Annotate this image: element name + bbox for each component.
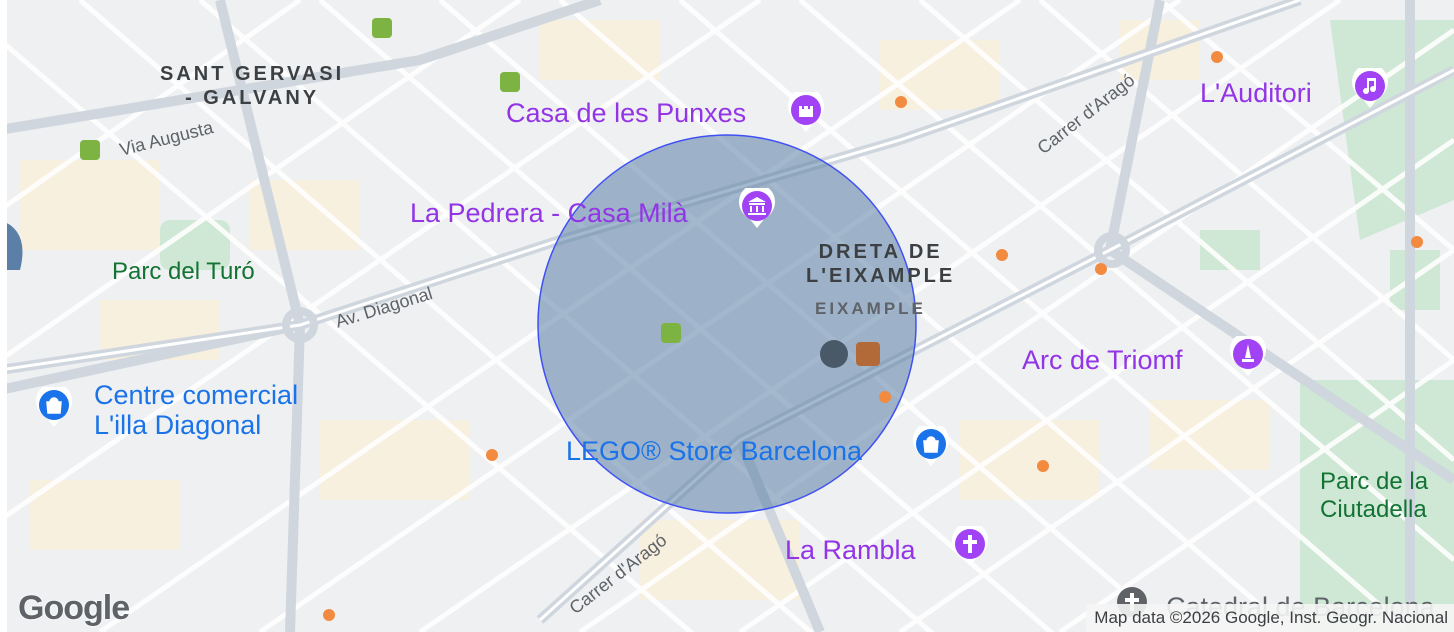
poi-dot-icon[interactable] xyxy=(1094,262,1108,276)
poi-label-la-pedrera[interactable]: La Pedrera - Casa Milà xyxy=(410,198,688,229)
map-left-border xyxy=(0,0,7,632)
district-label-dreta-eixample: DRETA DE L'EIXAMPLE xyxy=(806,241,956,287)
shopping-bag-icon[interactable] xyxy=(911,421,951,466)
train-station-icon[interactable] xyxy=(820,340,848,368)
shopping-bag-icon[interactable] xyxy=(34,382,74,427)
map-attribution[interactable]: Map data ©2026 Google, Inst. Geogr. Naci… xyxy=(1086,604,1454,632)
transit-station-icon[interactable] xyxy=(661,323,681,343)
poi-label-arc-triomf[interactable]: Arc de Triomf xyxy=(1022,345,1183,376)
poi-label-lego-store[interactable]: LEGO® Store Barcelona xyxy=(566,436,862,467)
district-label-sant-gervasi: SANT GERVASI - GALVANY xyxy=(160,63,345,109)
poi-dot-icon[interactable] xyxy=(322,608,336,622)
transit-station-icon[interactable] xyxy=(80,140,100,160)
museum-icon[interactable] xyxy=(737,183,777,228)
transit-station-icon[interactable] xyxy=(500,72,520,92)
poi-dot-icon[interactable] xyxy=(485,448,499,462)
landmark-cross-icon[interactable] xyxy=(950,521,990,566)
poi-label-auditori[interactable]: L'Auditori xyxy=(1200,78,1312,109)
poi-dot-icon[interactable] xyxy=(894,95,908,109)
poi-label-illa-diagonal[interactable]: Centre comercial L'illa Diagonal xyxy=(94,380,298,440)
poi-dot-icon[interactable] xyxy=(1210,50,1224,64)
park-label-ciutadella[interactable]: Parc de la Ciutadella xyxy=(1320,468,1428,524)
music-note-icon[interactable] xyxy=(1350,63,1390,108)
castle-icon[interactable] xyxy=(786,87,826,132)
google-logo[interactable]: Google xyxy=(18,589,130,628)
monument-icon[interactable] xyxy=(1228,331,1268,376)
poi-label-casa-punxes[interactable]: Casa de les Punxes xyxy=(506,98,746,129)
park-label-turo[interactable]: Parc del Turó xyxy=(112,258,255,286)
transit-station-icon[interactable] xyxy=(372,18,392,38)
rail-station-icon[interactable] xyxy=(856,342,880,366)
poi-dot-icon[interactable] xyxy=(995,248,1009,262)
poi-dot-icon[interactable] xyxy=(1410,235,1424,249)
district-label-eixample: EIXAMPLE xyxy=(815,299,926,318)
poi-label-la-rambla[interactable]: La Rambla xyxy=(785,535,916,566)
poi-dot-icon[interactable] xyxy=(878,390,892,404)
poi-dot-icon[interactable] xyxy=(1036,459,1050,473)
map-view[interactable]: SANT GERVASI - GALVANY DRETA DE L'EIXAMP… xyxy=(0,0,1454,632)
